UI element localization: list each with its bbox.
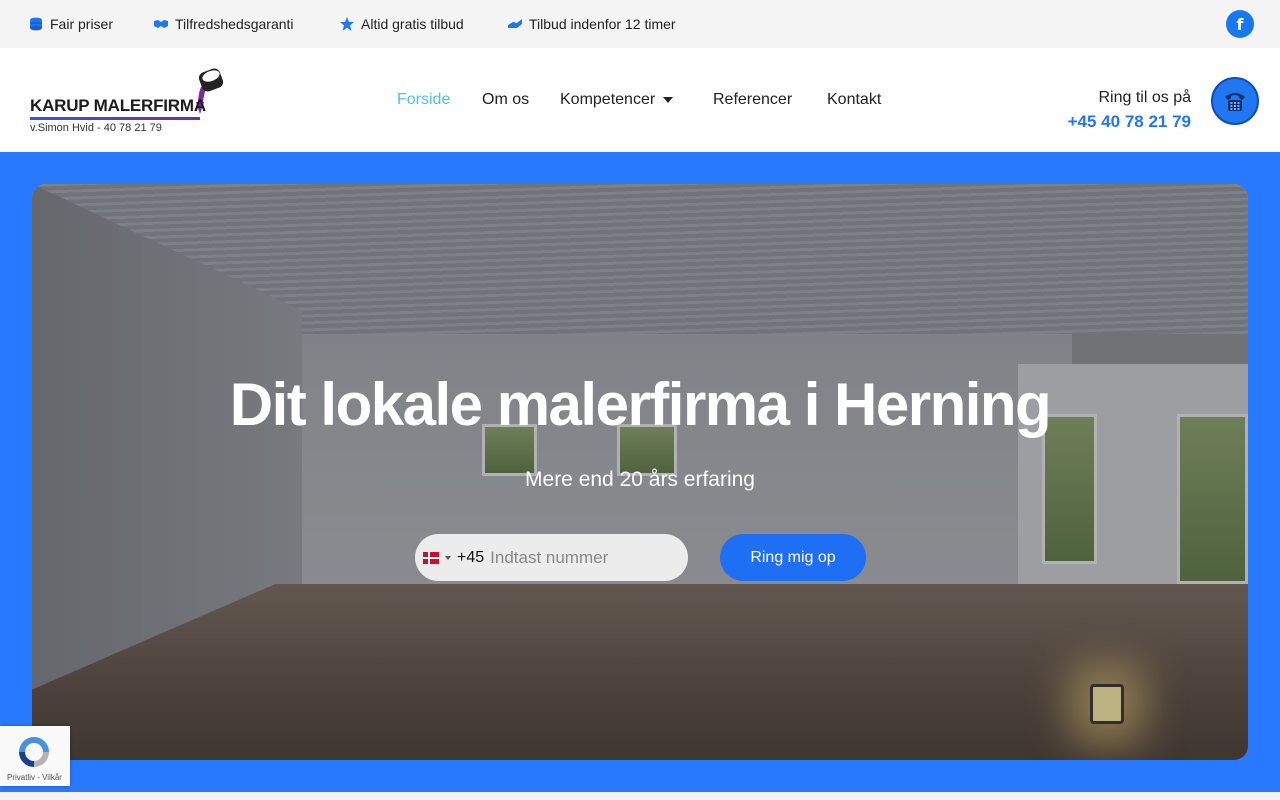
bottom-strip <box>0 792 1280 800</box>
usp-quote-12-hours: Tilbud indenfor 12 timer <box>507 0 676 48</box>
usp-fair-prices: Fair priser <box>28 0 113 48</box>
usp-free-quote: Altid gratis tilbud <box>339 0 464 48</box>
usp-label: Tilfredshedsgaranti <box>175 16 294 32</box>
facebook-icon[interactable]: f <box>1226 10 1254 38</box>
hero-subtitle: Mere end 20 års erfaring <box>525 468 755 491</box>
star-icon <box>339 16 355 32</box>
call-label: Ring til os på <box>1098 89 1192 106</box>
nav-item-referencer[interactable]: Referencer <box>713 48 792 152</box>
phone-number-input-group: +45 <box>415 534 688 581</box>
recaptcha-links[interactable]: Privatliv - Vilkår <box>7 773 62 782</box>
nav-item-label: Kompetencer <box>560 91 656 108</box>
denmark-flag-icon[interactable] <box>423 551 439 564</box>
nav-item-forside[interactable]: Forside <box>397 48 450 152</box>
call-number-link[interactable]: +45 40 78 21 79 <box>1068 112 1191 132</box>
logo-title: KARUP MALERFIRMA <box>30 96 206 115</box>
logo-underline <box>30 117 200 120</box>
chevron-down-icon[interactable] <box>445 555 451 560</box>
top-bar: Fair priser Tilfredshedsgaranti Altid gr… <box>0 0 1280 48</box>
phone-number-input[interactable] <box>490 547 661 568</box>
usp-satisfaction-guarantee: Tilfredshedsgaranti <box>153 0 294 48</box>
logo[interactable]: KARUP MALERFIRMA v.Simon Hvid - 40 78 21… <box>28 66 228 136</box>
nav-item-kontakt[interactable]: Kontakt <box>827 48 881 152</box>
phone-call-button[interactable] <box>1211 77 1259 125</box>
logo-subtitle: v.Simon Hvid - 40 78 21 79 <box>30 122 162 134</box>
coins-icon <box>28 16 44 32</box>
handshake-icon <box>153 16 169 32</box>
dial-code[interactable]: +45 <box>457 549 484 567</box>
usp-label: Altid gratis tilbud <box>361 16 464 32</box>
hero-title: Dit lokale malerfirma i Herning <box>229 371 1052 438</box>
telephone-icon <box>1225 93 1245 111</box>
hands-icon <box>507 16 523 32</box>
nav-item-om-os[interactable]: Om os <box>482 48 529 152</box>
call-me-button[interactable]: Ring mig op <box>720 534 866 581</box>
nav-item-kompetencer[interactable]: Kompetencer <box>560 48 674 152</box>
usp-label: Tilbud indenfor 12 timer <box>529 16 676 32</box>
recaptcha-icon <box>19 737 49 767</box>
usp-label: Fair priser <box>50 16 114 32</box>
recaptcha-badge[interactable]: Privatliv - Vilkår <box>0 726 70 786</box>
chevron-down-icon <box>663 97 674 103</box>
